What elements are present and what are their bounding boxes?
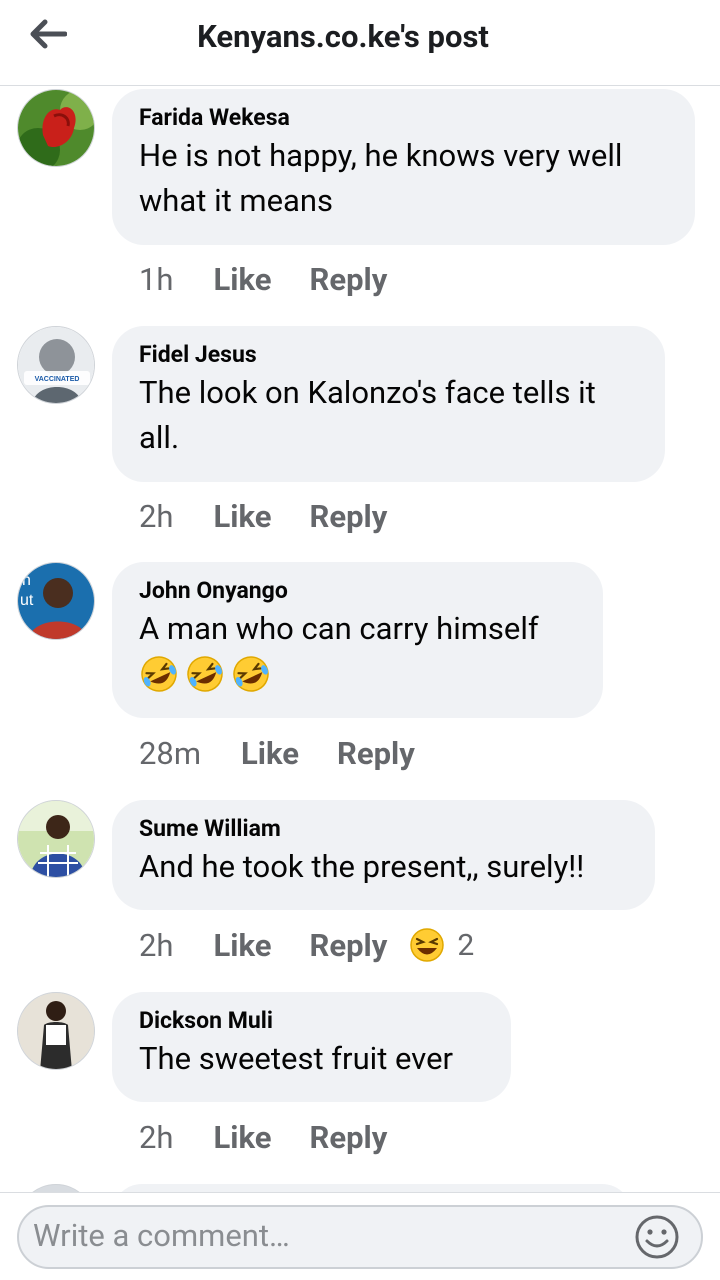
- comment-actions: 2h Like Reply: [139, 494, 387, 538]
- avatar[interactable]: [17, 89, 95, 167]
- like-button[interactable]: Like: [214, 927, 272, 964]
- rolling-on-floor-laughing-emoji: [141, 655, 177, 692]
- laughing-reaction-icon: [410, 928, 445, 962]
- top-bar: Kenyans.co.ke's post: [0, 0, 720, 86]
- comments-list[interactable]: Farida Wekesa He is not happy, he knows …: [0, 86, 720, 1192]
- rolling-on-floor-laughing-emoji: [187, 655, 223, 692]
- like-button[interactable]: Like: [214, 261, 272, 298]
- comment-time: 1h: [139, 260, 174, 298]
- page-title: Kenyans.co.ke's post: [197, 18, 489, 55]
- comment-bubble[interactable]: Farida Wekesa He is not happy, he knows …: [112, 89, 695, 245]
- avatar[interactable]: [17, 1184, 95, 1192]
- reaction-summary[interactable]: 2: [409, 927, 474, 963]
- vaccinated-badge-text: VACCINATED: [35, 376, 80, 383]
- comment-author[interactable]: Dickson Muli: [139, 1006, 484, 1036]
- comment-actions: 2h Like Reply: [139, 1115, 387, 1159]
- emoji-picker-button[interactable]: [633, 1213, 681, 1265]
- comment-text: The look on Kalonzo's face tells it all.: [139, 374, 596, 456]
- comment-text: A man who can carry himself: [139, 610, 539, 647]
- reply-button[interactable]: Reply: [309, 261, 387, 298]
- comment-actions: 28m Like Reply: [139, 731, 415, 775]
- comment-bubble[interactable]: John Onyango A man who can carry himself: [112, 562, 603, 718]
- comment-input-placeholder: Write a comment…: [33, 1217, 290, 1254]
- like-button[interactable]: Like: [214, 498, 272, 535]
- comment-time: 2h: [139, 926, 174, 964]
- comment-time: 2h: [139, 1118, 174, 1156]
- comment-input[interactable]: Write a comment…: [17, 1205, 703, 1269]
- comment-author[interactable]: Farida Wekesa: [139, 103, 668, 133]
- avatar[interactable]: [17, 992, 95, 1070]
- reply-button[interactable]: Reply: [309, 927, 387, 964]
- avatar[interactable]: VACCINATED: [17, 326, 95, 404]
- comment-bubble[interactable]: Dickson Muli The sweetest fruit ever: [112, 992, 511, 1102]
- like-button[interactable]: Like: [241, 735, 299, 772]
- reply-button[interactable]: Reply: [309, 498, 387, 535]
- reply-button[interactable]: Reply: [337, 735, 415, 772]
- smiley-icon: [635, 1215, 679, 1259]
- comment-bubble[interactable]: Sume William And he took the present,, s…: [112, 800, 655, 910]
- comment-author[interactable]: John Onyango: [139, 576, 576, 606]
- comment-actions: 2h Like Reply 2: [139, 923, 474, 967]
- comment-time: 2h: [139, 497, 174, 535]
- comment-composer: Write a comment…: [0, 1192, 720, 1280]
- comment-author[interactable]: Sume William: [139, 814, 628, 844]
- avatar[interactable]: [17, 800, 95, 878]
- rolling-on-floor-laughing-emoji: [233, 655, 269, 692]
- comment-bubble[interactable]: Fidel Jesus The look on Kalonzo's face t…: [112, 326, 665, 482]
- comment-actions: 1h Like Reply: [139, 257, 387, 301]
- comment-text: And he took the present,, surely!!: [139, 848, 585, 885]
- svg-text:n: n: [22, 572, 31, 589]
- avatar[interactable]: n ut: [17, 562, 95, 640]
- comment-time: 28m: [139, 734, 202, 772]
- like-button[interactable]: Like: [214, 1119, 272, 1156]
- reply-button[interactable]: Reply: [309, 1119, 387, 1156]
- comment-text: The sweetest fruit ever: [139, 1040, 454, 1077]
- svg-text:ut: ut: [20, 592, 34, 609]
- comment-bubble[interactable]: [112, 1184, 632, 1192]
- comment-text: He is not happy, he knows very well what…: [139, 137, 623, 219]
- reaction-count: 2: [457, 927, 475, 963]
- emoji-row: [139, 651, 576, 696]
- comment-author[interactable]: Fidel Jesus: [139, 340, 638, 370]
